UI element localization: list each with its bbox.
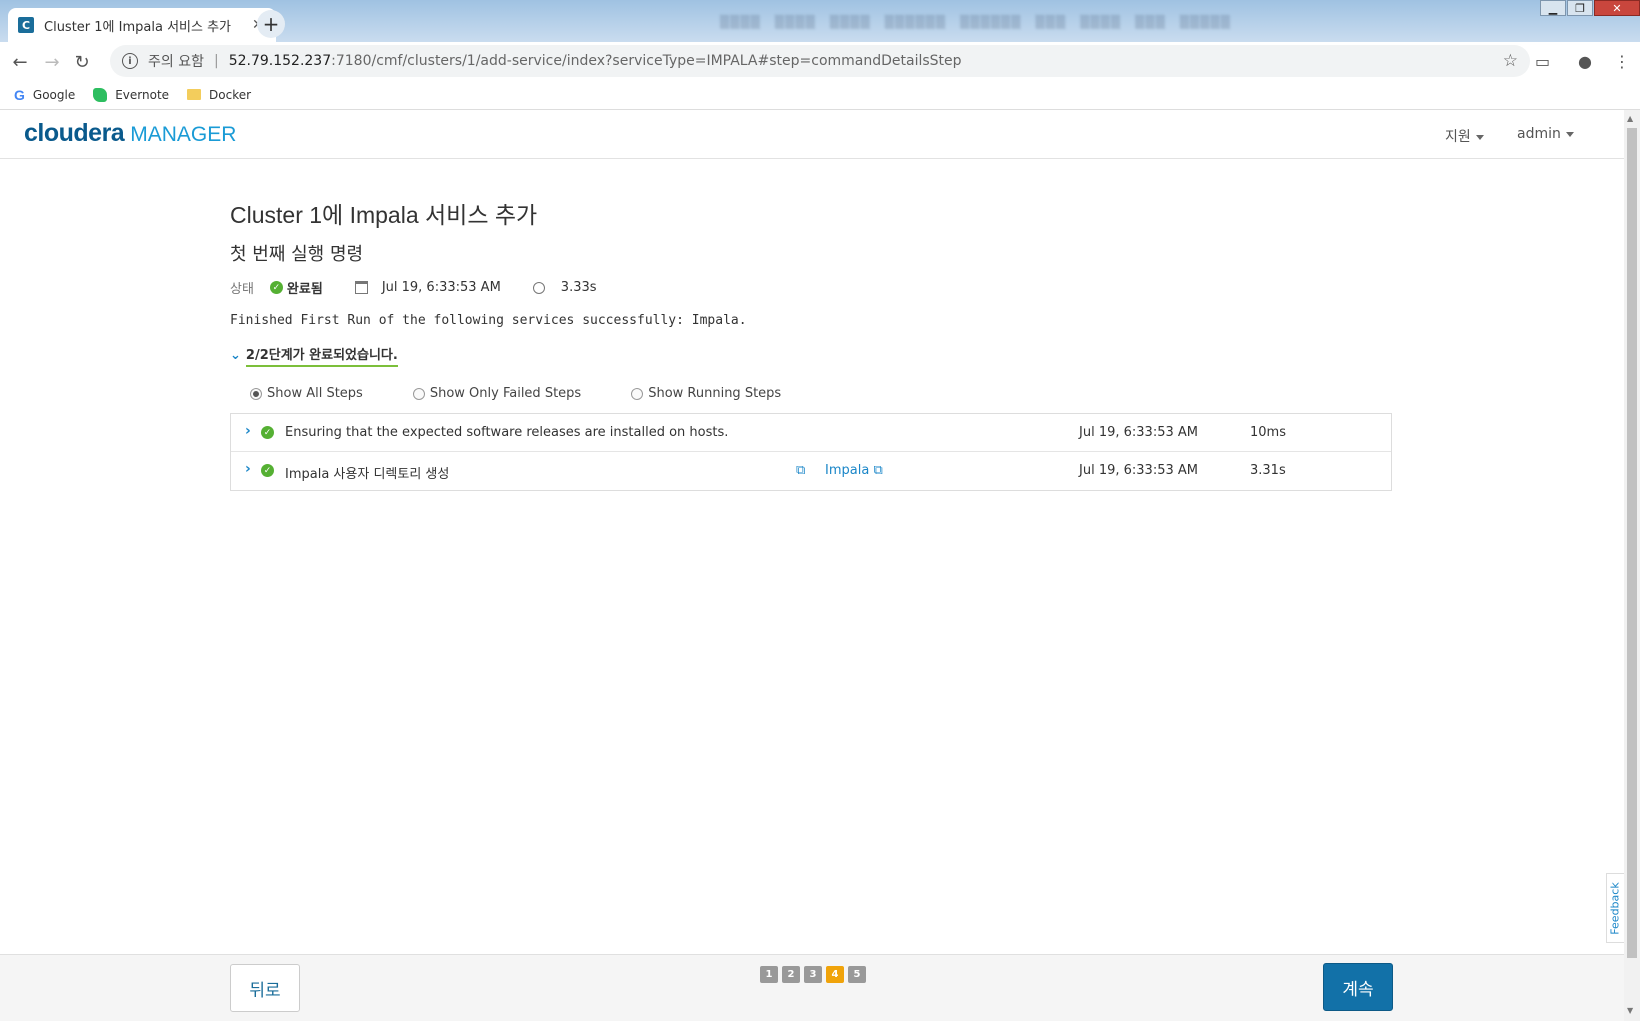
duration: 3.33s — [560, 280, 597, 295]
steps-summary-text: 2/2단계가 완료되었습니다. — [245, 344, 398, 367]
window-close-button[interactable]: ✕ — [1594, 0, 1640, 16]
security-warning[interactable]: 주의 요함 — [148, 51, 204, 71]
caret-down-icon — [1565, 131, 1574, 137]
step-description: Ensuring that the expected software rele… — [285, 425, 729, 440]
step-filters: Show All Steps Show Only Failed Steps Sh… — [250, 386, 831, 401]
filter-all-steps[interactable]: Show All Steps — [250, 386, 363, 401]
info-icon[interactable]: i — [122, 53, 138, 69]
bookmark-star-icon[interactable]: ☆ — [1503, 51, 1518, 71]
external-link-icon[interactable]: ⧉ — [796, 463, 805, 478]
page-subtitle: 첫 번째 실행 명령 — [230, 244, 364, 265]
address-bar[interactable]: i 주의 요함 | 52.79.152.237:7180/cmf/cluster… — [110, 45, 1530, 77]
step-duration: 10ms — [1250, 425, 1286, 440]
url-host: 52.79.152.237 — [228, 53, 332, 69]
back-button[interactable]: 뒤로 — [230, 964, 300, 1012]
logo-secondary: MANAGER — [130, 123, 237, 146]
cast-icon[interactable]: ▭ — [1535, 52, 1550, 71]
folder-icon — [187, 89, 202, 100]
bookmark-docker[interactable]: Docker — [187, 88, 251, 102]
menu-dots-icon[interactable]: ⋮ — [1614, 52, 1630, 71]
user-menu[interactable]: admin — [1517, 126, 1574, 142]
filter-label: Show All Steps — [267, 386, 363, 401]
scroll-thumb[interactable] — [1627, 128, 1637, 958]
service-link-label: Impala — [825, 463, 870, 478]
window-minimize-button[interactable]: ▁ — [1540, 0, 1566, 16]
new-tab-button[interactable]: + — [257, 10, 285, 38]
expand-chevron-icon[interactable]: › — [245, 423, 251, 439]
success-check-icon: ✓ — [261, 464, 274, 477]
pager-step-2[interactable]: 2 — [782, 966, 800, 983]
step-duration: 3.31s — [1250, 463, 1286, 478]
status-label: 상태 — [230, 282, 254, 297]
bookmark-label: Google — [32, 87, 76, 102]
pager-step-1[interactable]: 1 — [760, 966, 778, 983]
success-check-icon: ✓ — [269, 281, 283, 294]
back-arrow-icon[interactable]: ← — [6, 48, 34, 76]
filter-label: Show Running Steps — [648, 386, 782, 401]
external-link-icon: ⧉ — [873, 463, 883, 478]
page-scrollbar[interactable]: ▲ ▼ — [1624, 110, 1640, 1021]
bookmark-label: Docker — [209, 87, 252, 102]
url-path: :7180/cmf/clusters/1/add-service/index?s… — [331, 53, 962, 69]
scroll-up-icon[interactable]: ▲ — [1627, 114, 1633, 123]
expand-chevron-icon[interactable]: › — [245, 461, 251, 477]
profile-icon[interactable]: ● — [1578, 52, 1592, 71]
browser-tab[interactable]: C Cluster 1에 Impala 서비스 추가 ✕ — [8, 8, 276, 42]
app-header: cloudera MANAGER 지원 admin — [0, 110, 1624, 159]
browser-tabstrip: ▒▒▒▒ ▒▒▒▒ ▒▒▒▒ ▒▒▒▒▒▒ ▒▒▒▒▒▒ ▒▒▒ ▒▒▒▒ ▒▒▒ ▒▒▒▒▒ … — [0, 0, 1640, 42]
filter-failed-steps[interactable]: Show Only Failed Steps — [412, 386, 582, 401]
reload-icon[interactable]: ↻ — [68, 48, 96, 76]
page-title: Cluster 1에 Impala 서비스 추가 — [230, 202, 538, 228]
window-maximize-button[interactable]: ❐ — [1567, 0, 1593, 16]
feedback-label: Feedback — [1609, 881, 1623, 935]
evernote-icon — [93, 87, 108, 102]
pager-step-3[interactable]: 3 — [804, 966, 822, 983]
clock-icon — [532, 281, 545, 294]
chevron-down-icon: ⌄ — [230, 348, 241, 363]
radio-button[interactable] — [631, 387, 644, 400]
status-value: 완료됨 — [286, 282, 323, 297]
browser-toolbar: ← → ↻ i 주의 요함 | 52.79.152.237:7180/cmf/c… — [0, 42, 1640, 80]
step-time: Jul 19, 6:33:53 AM — [1079, 463, 1198, 478]
support-menu-label: 지원 — [1445, 129, 1471, 145]
google-icon: G — [14, 86, 25, 103]
pager-step-4[interactable]: 4 — [826, 966, 844, 983]
forward-arrow-icon[interactable]: → — [38, 48, 66, 76]
start-time: Jul 19, 6:33:53 AM — [381, 280, 501, 295]
command-result-message: Finished First Run of the following serv… — [230, 313, 747, 328]
radio-button[interactable] — [412, 387, 425, 400]
cloudera-favicon-icon: C — [18, 17, 34, 33]
filter-label: Show Only Failed Steps — [429, 386, 582, 401]
calendar-icon — [354, 281, 368, 294]
background-window-blur: ▒▒▒▒ ▒▒▒▒ ▒▒▒▒ ▒▒▒▒▒▒ ▒▒▒▒▒▒ ▒▒▒ ▒▒▒▒ ▒▒▒ ▒▒▒▒▒ — [720, 15, 1231, 29]
table-row: › ✓ Ensuring that the expected software … — [231, 414, 1391, 452]
bookmark-evernote[interactable]: Evernote — [93, 87, 170, 102]
success-check-icon: ✓ — [261, 426, 274, 439]
wizard-footer: 뒤로 1 2 3 4 5 계속 — [0, 954, 1624, 1021]
pager-step-5[interactable]: 5 — [848, 966, 866, 983]
table-row: › ✓ Impala 사용자 디렉토리 생성 ⧉ Impala ⧉ Jul 19… — [231, 452, 1391, 490]
cloudera-manager-logo[interactable]: cloudera MANAGER — [24, 119, 236, 148]
tab-title: Cluster 1에 Impala 서비스 추가 — [44, 19, 231, 35]
bookmark-label: Evernote — [115, 87, 170, 102]
user-menu-label: admin — [1517, 126, 1561, 142]
caret-down-icon — [1475, 134, 1484, 140]
address-separator: | — [213, 53, 219, 69]
step-service-link[interactable]: Impala ⧉ — [825, 463, 883, 478]
command-status-row: 상태 ✓ 완료됨 Jul 19, 6:33:53 AM 3.33s — [230, 278, 597, 297]
steps-table: › ✓ Ensuring that the expected software … — [230, 413, 1392, 491]
step-description: Impala 사용자 디렉토리 생성 — [285, 467, 450, 482]
logo-primary: cloudera — [24, 119, 125, 147]
step-time: Jul 19, 6:33:53 AM — [1079, 425, 1198, 440]
scroll-down-icon[interactable]: ▼ — [1627, 1006, 1633, 1015]
radio-button[interactable] — [250, 387, 262, 400]
steps-summary-toggle[interactable]: ⌄ 2/2단계가 완료되었습니다. — [230, 344, 398, 367]
feedback-tab[interactable]: Feedback — [1606, 873, 1624, 943]
filter-running-steps[interactable]: Show Running Steps — [631, 386, 781, 401]
bookmarks-bar: G Google Evernote Docker — [0, 80, 1640, 110]
bookmark-google[interactable]: G Google — [14, 87, 75, 103]
support-menu[interactable]: 지원 — [1445, 126, 1484, 146]
continue-button[interactable]: 계속 — [1323, 963, 1393, 1011]
wizard-pager: 1 2 3 4 5 — [760, 966, 866, 983]
